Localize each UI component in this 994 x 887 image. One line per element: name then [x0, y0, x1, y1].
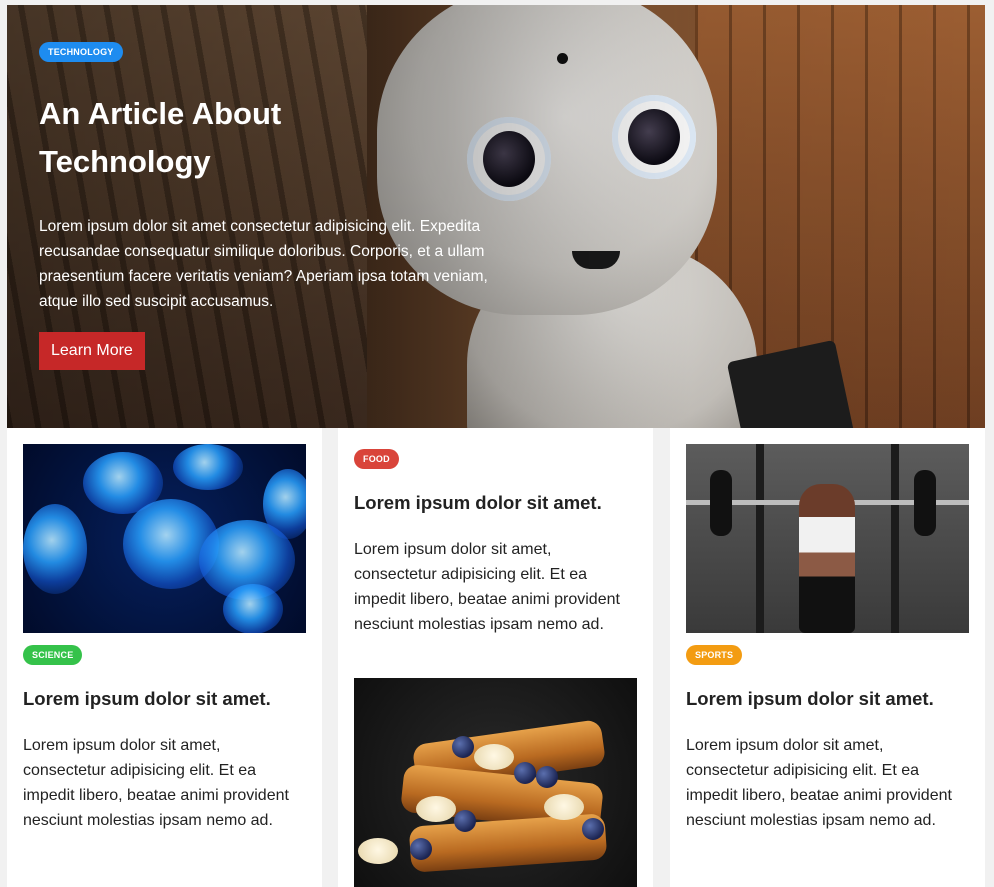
card-title[interactable]: Lorem ipsum dolor sit amet. [686, 688, 934, 710]
hero-title-line2: Technology [39, 144, 211, 179]
learn-more-button[interactable]: Learn More [39, 332, 145, 370]
category-badge[interactable]: FOOD [354, 449, 399, 469]
hero-title: An Article About Technology [39, 90, 499, 186]
card-description: Lorem ipsum dolor sit amet, consectetur … [686, 737, 952, 829]
category-badge[interactable]: SPORTS [686, 645, 743, 665]
hero-content: TECHNOLOGY An Article About Technology L… [39, 42, 499, 370]
weightlifting-image [686, 444, 969, 633]
card-description: Lorem ipsum dolor sit amet, consectetur … [354, 541, 620, 633]
article-card-science[interactable]: SCIENCE Lorem ipsum dolor sit amet. Lore… [7, 428, 322, 887]
hero-title-line1: An Article About [39, 96, 282, 131]
jellyfish-image [23, 444, 306, 633]
category-badge[interactable]: TECHNOLOGY [39, 42, 123, 62]
french-toast-image [354, 678, 637, 887]
hero-banner: TECHNOLOGY An Article About Technology L… [7, 5, 985, 428]
card-description: Lorem ipsum dolor sit amet, consectetur … [23, 737, 289, 829]
card-title[interactable]: Lorem ipsum dolor sit amet. [23, 688, 271, 710]
card-title[interactable]: Lorem ipsum dolor sit amet. [354, 492, 602, 514]
article-card-food[interactable]: FOOD Lorem ipsum dolor sit amet. Lorem i… [338, 428, 653, 887]
category-badge[interactable]: SCIENCE [23, 645, 83, 665]
hero-description: Lorem ipsum dolor sit amet consectetur a… [39, 218, 488, 310]
article-card-sports[interactable]: SPORTS Lorem ipsum dolor sit amet. Lorem… [670, 428, 985, 887]
